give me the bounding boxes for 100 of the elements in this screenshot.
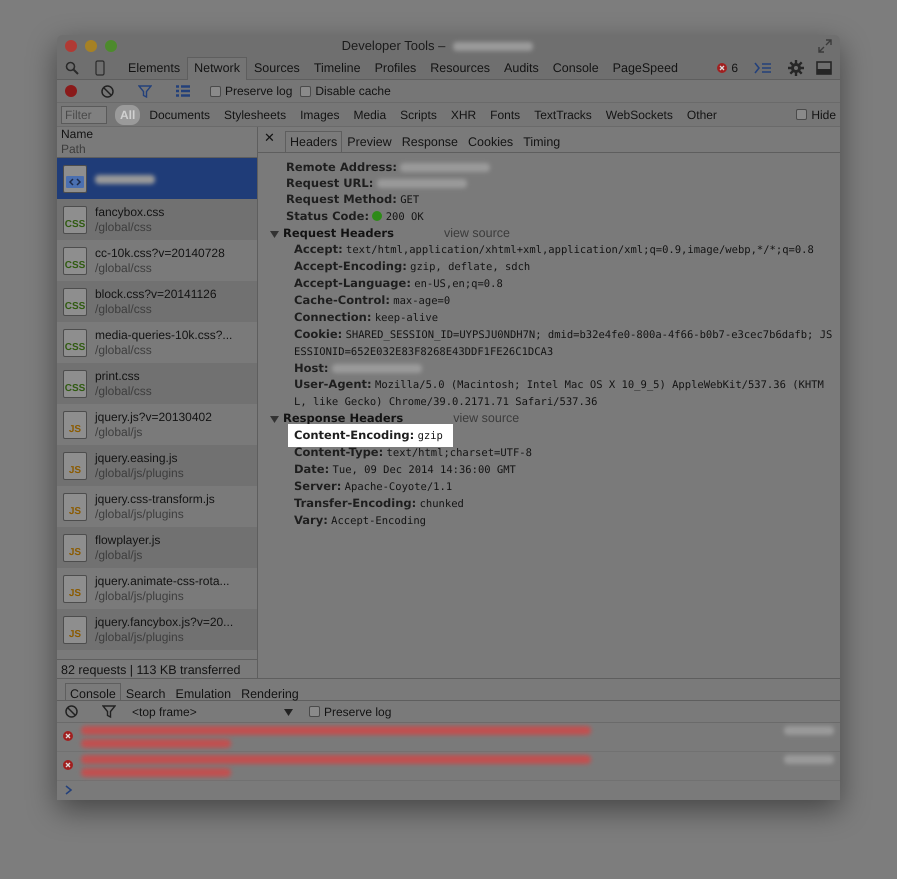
record-icon[interactable] (65, 85, 77, 97)
header-row-text: Transfer-Encoding: chunked (293, 495, 465, 512)
frame-selector[interactable]: <top frame> (132, 702, 272, 720)
request-row[interactable]: JS jquery.animate-css-rota... /global/js/plugins (57, 568, 257, 609)
header-row-text: Accept: text/html,application/xhtml+xml,application/xml;q=0.9,image/webp,*/*;q=0.8 (293, 241, 815, 258)
filter-icon[interactable] (138, 84, 152, 98)
panel-tab[interactable]: Profiles (368, 56, 424, 80)
section-title[interactable]: Response Headers (283, 410, 404, 426)
view-source-link[interactable]: view source (444, 225, 510, 241)
mobile-device-icon[interactable] (95, 60, 105, 76)
view-source-link[interactable]: view source (453, 410, 520, 426)
detail-tab[interactable]: Response (396, 131, 464, 152)
window-title: Developer Tools – (342, 37, 446, 56)
detail-tab[interactable]: Headers (285, 131, 342, 152)
type-filter[interactable]: WebSockets (600, 104, 678, 124)
dropdown-caret-icon[interactable] (284, 707, 293, 716)
drawer-tab[interactable]: Search (120, 683, 170, 700)
hide-label[interactable]: Hide (811, 106, 836, 124)
html-file-icon (63, 164, 87, 192)
type-filter[interactable]: Media (348, 104, 392, 124)
drawer-tab[interactable]: Rendering (236, 683, 304, 700)
header-row-text: User-Agent: Mozilla/5.0 (Macintosh; Intel Mac OS X 10_9_5) AppleWebKit/537.36 (KHTML, like Gecko) Chrome/39.0.2171.71 Safari/537.36 (293, 376, 825, 410)
type-filter[interactable]: Images (295, 104, 344, 124)
type-filter[interactable]: Scripts (395, 104, 442, 124)
column-header[interactable]: Path (61, 141, 253, 157)
blurred-name (95, 174, 155, 184)
checkbox[interactable] (300, 86, 312, 96)
drawer-toggle-icon[interactable] (754, 62, 772, 74)
request-row[interactable]: CSS cc-10k.css?v=20140728 /global/css (57, 240, 257, 281)
panel-tab[interactable]: Audits (497, 56, 546, 80)
checkbox[interactable] (309, 706, 320, 717)
request-name: flowplayer.js (95, 532, 160, 546)
column-header[interactable]: Name (61, 128, 253, 141)
search-icon[interactable] (65, 61, 79, 75)
type-filter[interactable]: Stylesheets (219, 104, 292, 124)
detail-tab[interactable]: Preview (342, 131, 397, 152)
js-file-icon: JS (63, 492, 87, 520)
preserve-log-label[interactable]: Preserve log (324, 702, 392, 720)
header-name: Remote Address: (286, 160, 397, 174)
disable-cache-label[interactable]: Disable cache (315, 82, 391, 100)
request-name: print.css (95, 368, 141, 382)
error-icon[interactable] (717, 63, 728, 73)
header-row-text: Vary: Accept-Encoding (293, 512, 427, 529)
drawer-tab[interactable]: Emulation (170, 683, 236, 700)
header-row-text: Cache-Control: max-age=0 (293, 292, 452, 309)
clear-icon[interactable] (65, 705, 78, 718)
section-title[interactable]: Request Headers (283, 225, 394, 241)
panel-tab[interactable]: Console (546, 56, 606, 80)
js-file-icon: JS (63, 452, 87, 480)
panel-tab[interactable]: PageSpeed (606, 56, 685, 80)
type-filter[interactable]: TextTracks (529, 104, 597, 124)
request-name: block.css?v=20141126 (95, 286, 217, 300)
css-file-icon: CSS (63, 370, 87, 398)
request-path: /global/js (95, 424, 144, 440)
request-name: jquery.fancybox.js?v=20... (95, 614, 234, 628)
request-path: /global/js/plugins (95, 506, 185, 522)
type-filter[interactable]: Other (682, 104, 722, 124)
request-row[interactable]: CSS media-queries-10k.css?... /global/css (57, 322, 257, 363)
error-count[interactable]: 6 (731, 59, 738, 77)
panel-tab[interactable]: Network (187, 56, 247, 80)
panel-tab[interactable]: Timeline (306, 56, 368, 80)
panel-tab[interactable]: Resources (423, 56, 498, 80)
settings-icon[interactable] (788, 60, 804, 76)
request-row[interactable]: JS jquery.js?v=20130402 /global/js (57, 404, 257, 445)
prompt-icon[interactable] (65, 784, 73, 795)
js-file-icon: JS (63, 534, 87, 562)
close-icon[interactable]: ✕ (262, 131, 281, 145)
request-row[interactable] (57, 158, 257, 199)
clear-icon[interactable] (101, 84, 114, 98)
request-row[interactable]: JS jquery.css-transform.js /global/js/plugins (57, 486, 257, 527)
drawer-tab[interactable]: Console (65, 683, 121, 700)
request-name: jquery.animate-css-rota... (95, 574, 230, 588)
panel-tab[interactable]: Sources (246, 56, 307, 80)
detail-tab[interactable]: Cookies (463, 131, 518, 152)
header-row-text: Accept-Language: en-US,en;q=0.8 (293, 275, 504, 292)
js-file-icon: JS (63, 410, 87, 438)
dock-icon[interactable] (816, 61, 832, 75)
header-row-text: Content-Type: text/html;charset=UTF-8 (293, 444, 533, 461)
filter-icon[interactable] (102, 705, 116, 718)
fullscreen-icon[interactable] (818, 39, 832, 53)
panel-tab[interactable]: Elements (121, 56, 188, 80)
type-filter[interactable]: XHR (446, 104, 482, 124)
css-file-icon: CSS (63, 246, 87, 274)
highlighted-header: Content-Encoding: gzip (288, 424, 453, 447)
css-file-icon: CSS (63, 206, 87, 234)
preserve-log-label[interactable]: Preserve log (225, 82, 292, 100)
header-name: Request URL: (286, 176, 374, 190)
list-view-icon[interactable] (176, 85, 190, 97)
type-filter[interactable]: Documents (144, 104, 216, 124)
js-file-icon: JS (63, 616, 87, 644)
detail-tab[interactable]: Timing (518, 131, 566, 152)
checkbox[interactable] (796, 109, 808, 120)
request-path: /global/js/plugins (95, 588, 185, 604)
header-value: GET (400, 194, 420, 206)
minimize-icon[interactable] (85, 40, 97, 52)
checkbox[interactable] (210, 86, 221, 96)
type-filter[interactable]: Fonts (485, 104, 526, 124)
header-row-text: Connection: keep-alive (293, 309, 440, 326)
header-row-text: Cookie: SHARED_SESSION_ID=UYPSJU0NDH7N; dmid=b32e4fe0-800a-4f66-b0b7-e3cec7b6dafb; JSESSIONID=652E032E83F8268E43DDF1FE26C1DCA3 (293, 326, 834, 360)
header-value: 200 OK (386, 211, 424, 223)
